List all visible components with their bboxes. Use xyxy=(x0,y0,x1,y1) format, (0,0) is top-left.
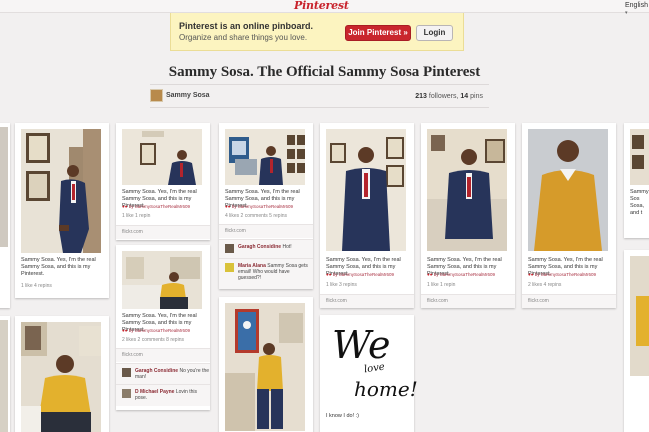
pinner-attribution: ●● by SammySosaTheRealMr609 xyxy=(326,272,394,277)
comment-author[interactable]: Garagh Considine xyxy=(238,244,281,250)
avatar[interactable] xyxy=(122,368,131,377)
pin-image[interactable] xyxy=(0,127,8,247)
pinner-attribution: ●● by SammySosaTheRealMr609 xyxy=(528,272,596,277)
pin-card[interactable]: Sammy Sos Sosa, and t xyxy=(624,123,649,238)
board-title: Sammy Sosa. The Official Sammy Sosa Pint… xyxy=(168,64,481,80)
banner-headline: Pinterest is an online pinboard. xyxy=(179,21,314,31)
pin-card[interactable]: Sammy Sosa. Yes, I'm the real Sammy Sosa… xyxy=(320,123,414,308)
board-owner-row: Sammy Sosa 213 followers, 14 pins xyxy=(150,88,489,106)
pin-card[interactable] xyxy=(15,316,109,432)
pin-card[interactable]: Sammy Sosa. Yes, I'm the real Sammy Sosa… xyxy=(116,245,210,410)
pinner-attribution: ●● by SammySosaTheRealMr609 xyxy=(427,272,495,277)
avatar[interactable] xyxy=(225,244,234,253)
pin-counts: 1 like 1 repin xyxy=(427,282,456,288)
pin-card[interactable] xyxy=(0,316,10,432)
signup-banner: Pinterest is an online pinboard. Organiz… xyxy=(170,13,464,51)
pin-card[interactable] xyxy=(624,250,649,432)
followers-count[interactable]: 213 xyxy=(415,93,427,100)
pin-source[interactable]: flickr.com xyxy=(421,294,515,308)
owner-username[interactable]: Sammy Sosa xyxy=(166,92,210,99)
art-text: home! xyxy=(354,377,418,401)
pin-source[interactable]: flickr.com xyxy=(320,294,414,308)
pin-card[interactable]: Sammy Sosa. Yes, I'm the real Sammy Sosa… xyxy=(522,123,616,308)
pin-image[interactable] xyxy=(326,129,406,251)
pin-image[interactable] xyxy=(122,129,202,185)
avatar[interactable] xyxy=(122,389,131,398)
top-bar: Pinterest English ▾ xyxy=(0,0,649,16)
pin-card[interactable]: Sammy Sosa. Yes, I'm the real Sammy Sosa… xyxy=(15,123,109,298)
pin-source[interactable]: flickr.com xyxy=(219,224,313,238)
pin-image[interactable] xyxy=(21,129,101,253)
pin-description: Sammy Sosa. Yes, I'm the real Sammy Sosa… xyxy=(21,257,96,277)
avatar[interactable] xyxy=(225,263,234,272)
pin-counts: 4 likes 2 comments 5 repins xyxy=(225,213,287,219)
pin-counts: 1 like 1 repin xyxy=(122,213,151,219)
pin-image[interactable] xyxy=(225,303,305,431)
chevron-down-icon: ▾ xyxy=(625,10,628,16)
pin-source[interactable]: flickr.com xyxy=(116,348,210,362)
pin-counts: 1 like 4 repins xyxy=(21,283,52,289)
pin-image[interactable] xyxy=(225,129,305,185)
pin-card[interactable] xyxy=(0,123,10,308)
pinterest-logo[interactable]: Pinterest xyxy=(294,0,349,12)
pin-description: Sammy Sos Sosa, and t xyxy=(630,189,649,216)
comment: Garagh Considine Hot! xyxy=(219,239,313,258)
comment-text: Hot! xyxy=(282,244,292,250)
language-label: English xyxy=(625,2,648,9)
pin-image[interactable] xyxy=(427,129,507,251)
pin-source[interactable]: flickr.com xyxy=(522,294,616,308)
board-stats: 213 followers, 14 pins xyxy=(415,93,483,100)
pin-image[interactable] xyxy=(528,129,608,251)
pin-image[interactable] xyxy=(122,251,202,309)
pin-image[interactable] xyxy=(630,129,649,185)
pins-count: 14 xyxy=(460,93,469,100)
pin-source[interactable]: flickr.com xyxy=(116,225,210,239)
comment: Maria Alana Sammy Sosa gets email! Who w… xyxy=(219,258,313,289)
pin-card[interactable]: Sammy Sosa. Yes, I'm the real Sammy Sosa… xyxy=(219,123,313,289)
pinner-attribution: ●● by SammySosaTheRealMr609 xyxy=(225,204,293,209)
language-selector[interactable]: English ▾ xyxy=(625,2,649,16)
login-button[interactable]: Login xyxy=(416,25,453,41)
art-text: We xyxy=(332,323,391,367)
pin-card[interactable]: Sammy Sosa. Yes, I'm the real Sammy Sosa… xyxy=(421,123,515,308)
pinner-attribution: ●● by SammySosaTheRealMr609 xyxy=(122,204,190,209)
pin-counts: 2 likes 2 comments 8 repins xyxy=(122,337,184,343)
banner-subline: Organize and share things you love. xyxy=(179,33,308,42)
join-pinterest-button[interactable]: Join Pinterest » xyxy=(345,25,411,41)
pin-image[interactable]: We love home! xyxy=(326,321,418,405)
pin-image[interactable] xyxy=(0,320,8,432)
avatar[interactable] xyxy=(150,89,163,102)
pin-counts: 1 like 3 repins xyxy=(326,282,357,288)
comment: D Michael Payne Lovin this pose. xyxy=(116,384,210,406)
followers-label[interactable]: followers, xyxy=(429,93,459,100)
art-text: love xyxy=(363,361,386,376)
pinner-attribution: ●● by SammySosaTheRealMr609 xyxy=(122,328,190,333)
pin-description: I know I do! :) xyxy=(326,413,360,419)
pin-card[interactable]: Sammy Sosa. Yes, I'm the real Sammy Sosa… xyxy=(116,123,210,240)
pin-card[interactable] xyxy=(219,297,313,432)
pin-image[interactable] xyxy=(630,256,649,376)
comment: Garagh Considine No you're the man! xyxy=(116,363,210,384)
divider xyxy=(150,107,489,108)
divider xyxy=(150,84,489,85)
pin-counts: 2 likes 4 repins xyxy=(528,282,562,288)
pin-card[interactable]: We love home! I know I do! :) xyxy=(320,315,418,432)
pin-image[interactable] xyxy=(21,322,101,432)
pins-label: pins xyxy=(470,93,483,100)
